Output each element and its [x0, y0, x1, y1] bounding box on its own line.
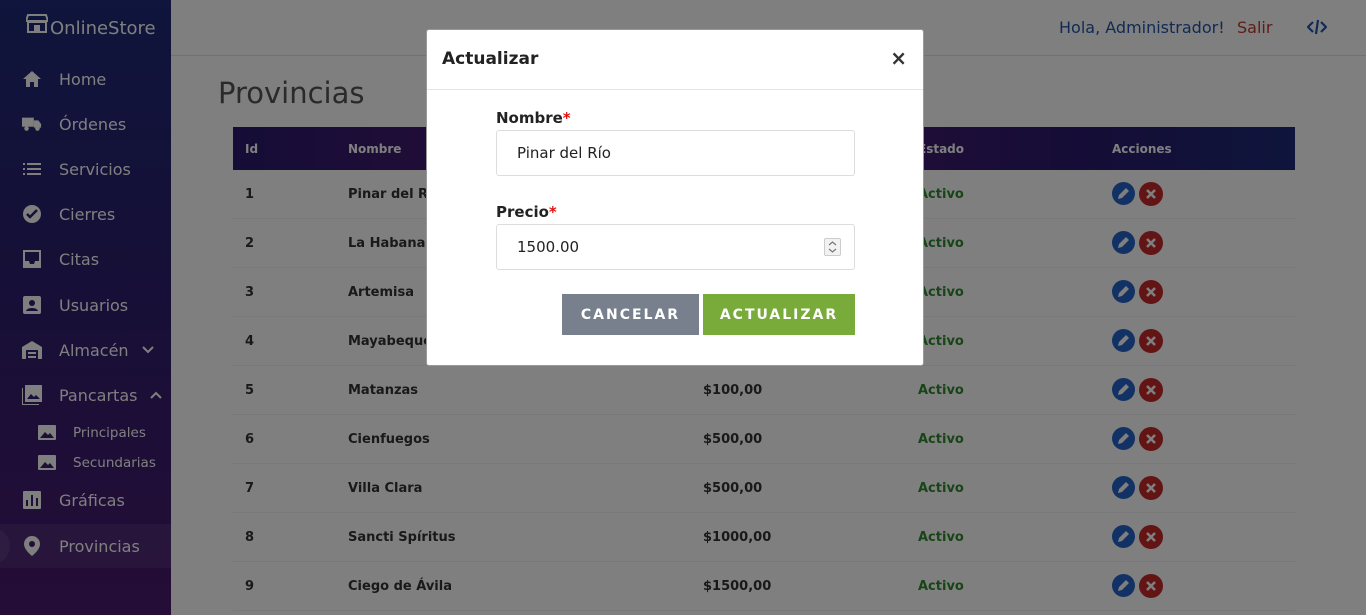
name-field[interactable]: Pinar del Río — [496, 130, 855, 176]
price-label: Precio* — [496, 203, 557, 221]
spinner-arrows-icon — [828, 241, 837, 253]
modal-title: Actualizar — [442, 49, 539, 69]
name-label-text: Nombre — [496, 109, 563, 127]
number-spinner[interactable] — [824, 238, 841, 256]
price-field[interactable]: 1500.00 — [496, 224, 855, 270]
price-label-text: Precio — [496, 203, 549, 221]
cancel-button[interactable]: CANCELAR — [562, 294, 699, 335]
update-modal: Actualizar × Nombre* Pinar del Río Preci… — [426, 29, 924, 366]
modal-header: Actualizar × — [427, 30, 923, 90]
name-field-value: Pinar del Río — [517, 144, 611, 162]
price-field-value: 1500.00 — [517, 238, 580, 256]
close-icon[interactable]: × — [890, 48, 907, 68]
required-mark: * — [562, 109, 571, 127]
required-mark: * — [548, 203, 557, 221]
name-label: Nombre* — [496, 109, 571, 127]
update-button[interactable]: ACTUALIZAR — [703, 294, 855, 335]
